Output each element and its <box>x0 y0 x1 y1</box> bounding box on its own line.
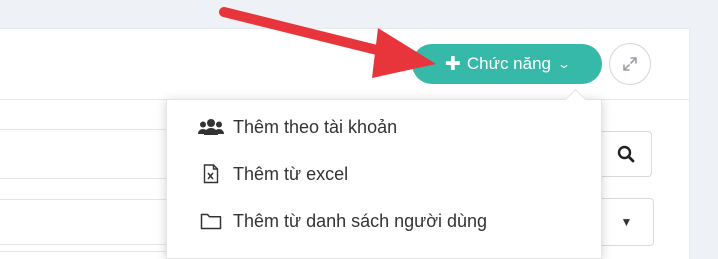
menu-item-add-from-user-list[interactable]: Thêm từ danh sách người dùng <box>167 201 601 241</box>
row-divider <box>0 199 166 200</box>
file-excel-icon <box>197 164 225 184</box>
folder-icon <box>197 212 225 230</box>
menu-item-add-by-account[interactable]: Thêm theo tài khoản <box>167 107 601 147</box>
search-button[interactable] <box>600 131 652 177</box>
functions-button-label: Chức năng <box>466 54 551 73</box>
row-divider <box>0 244 166 245</box>
menu-item-label: Thêm từ danh sách người dùng <box>233 210 488 231</box>
plus-icon: ✚ <box>444 53 461 75</box>
search-icon <box>617 145 634 163</box>
functions-button[interactable]: ✚ Chức năng ⌄ <box>412 44 602 84</box>
users-icon <box>197 118 225 136</box>
row-divider <box>0 178 166 179</box>
expand-icon <box>623 57 637 71</box>
select-dropdown-toggle[interactable]: ▼ <box>600 198 654 246</box>
menu-item-label: Thêm theo tài khoản <box>233 116 398 137</box>
caret-down-icon: ▼ <box>620 215 633 229</box>
menu-item-label: Thêm từ excel <box>233 163 349 184</box>
chevron-down-icon: ⌄ <box>556 57 572 71</box>
expand-button[interactable] <box>609 43 651 85</box>
functions-dropdown-menu: Thêm theo tài khoản Thêm từ excel Thêm t… <box>166 88 602 259</box>
menu-item-add-from-excel[interactable]: Thêm từ excel <box>167 154 601 194</box>
row-divider <box>0 129 166 130</box>
row-divider <box>0 251 166 252</box>
